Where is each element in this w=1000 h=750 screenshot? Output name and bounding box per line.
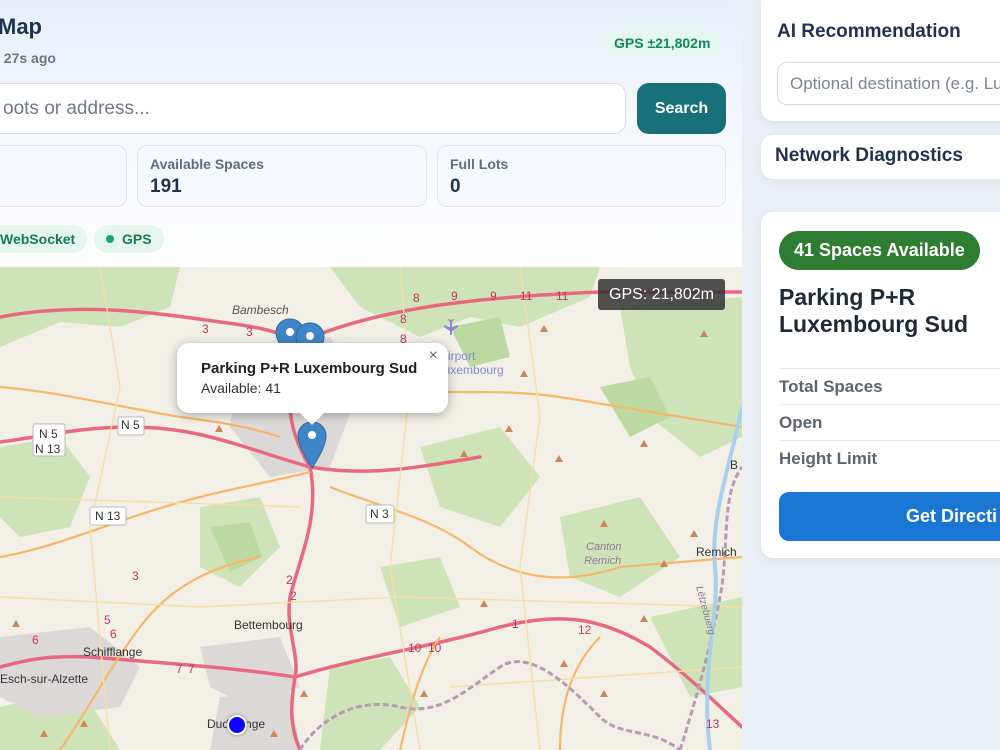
availability-badge: 41 Spaces Available bbox=[779, 231, 980, 270]
stat-value: 0 bbox=[450, 176, 461, 197]
map-canvas[interactable]: Bambesch Airport Luxembourg N 5 N 13 N 5… bbox=[0, 267, 742, 750]
lot-name: Parking P+R Luxembourg Sud bbox=[779, 284, 969, 337]
destination-input[interactable]: Optional destination (e.g. Lux bbox=[777, 62, 1000, 105]
road-number: 2 bbox=[286, 573, 293, 587]
websocket-status-chip: WebSocket bbox=[0, 225, 88, 253]
gps-status-label: GPS bbox=[122, 231, 152, 247]
road-number: 11 bbox=[520, 289, 533, 303]
road-number: 8 bbox=[400, 312, 407, 326]
place-label-schifflange: Schifflange bbox=[83, 645, 143, 659]
gps-accuracy-overlay: GPS: 21,802m bbox=[598, 279, 725, 310]
parking-marker-selected[interactable] bbox=[297, 420, 327, 470]
road-number: 6 bbox=[110, 627, 117, 641]
road-label-n3: N 3 bbox=[370, 507, 389, 521]
user-location-dot bbox=[227, 715, 247, 735]
search-button[interactable]: Search bbox=[637, 83, 726, 134]
popup-close-icon[interactable]: × bbox=[429, 347, 438, 365]
road-label-n13b: N 13 bbox=[95, 509, 121, 523]
detail-row-height-limit: Height Limit bbox=[779, 440, 1000, 476]
road-number: 2 bbox=[290, 589, 297, 603]
stat-label: Full Lots bbox=[450, 156, 509, 172]
road-number: 10 bbox=[428, 641, 442, 655]
road-number: 11 bbox=[556, 289, 569, 303]
gps-status-chip: GPS bbox=[94, 225, 164, 253]
place-label-remich: Remich bbox=[696, 545, 737, 559]
search-input[interactable]: oots or address... bbox=[0, 83, 626, 134]
road-number: 13 bbox=[706, 717, 720, 731]
map-panel: Map l 27s ago GPS ±21,802m oots or addre… bbox=[0, 0, 742, 750]
road-number: 12 bbox=[578, 623, 592, 637]
road-number: 10 bbox=[408, 641, 422, 655]
place-label-bambesch: Bambesch bbox=[232, 303, 289, 317]
status-dot-icon bbox=[106, 235, 114, 244]
websocket-status-label: WebSocket bbox=[0, 231, 76, 247]
stat-card-total bbox=[0, 145, 127, 207]
road-number: 8 bbox=[413, 291, 420, 305]
road-number: 9 bbox=[451, 289, 458, 303]
place-label-canton-remich: Remich bbox=[584, 555, 622, 567]
road-label-n5: N 5 bbox=[39, 427, 58, 441]
detail-label: Height Limit bbox=[779, 449, 878, 468]
road-number: 9 bbox=[490, 289, 497, 303]
place-label-esch: Esch-sur-Alzette bbox=[0, 672, 89, 686]
road-number: 5 bbox=[104, 613, 111, 627]
ai-recommendation-title: AI Recommendation bbox=[777, 21, 961, 42]
road-number: 6 bbox=[32, 633, 39, 647]
page-title: Map bbox=[0, 14, 42, 39]
road-number: 7 bbox=[188, 662, 195, 676]
lot-details-card: 41 Spaces Available Parking P+R Luxembou… bbox=[761, 212, 1000, 558]
road-number: 3 bbox=[132, 569, 139, 583]
get-directions-button[interactable]: Get Directi bbox=[779, 492, 1000, 541]
place-label-canton: Canton bbox=[586, 541, 622, 553]
stat-card-full-lots: Full Lots 0 bbox=[437, 145, 726, 207]
last-updated-text: l 27s ago bbox=[0, 50, 56, 66]
road-label-n13: N 13 bbox=[35, 442, 61, 456]
map-header: Map l 27s ago GPS ±21,802m oots or addre… bbox=[0, 0, 742, 267]
network-diagnostics-title: Network Diagnostics bbox=[775, 145, 963, 166]
map-popup: Parking P+R Luxembourg Sud Available: 41… bbox=[177, 343, 448, 425]
road-number: 3 bbox=[246, 325, 253, 339]
network-diagnostics-card[interactable]: Network Diagnostics bbox=[761, 135, 1000, 179]
detail-label: Total Spaces bbox=[779, 377, 883, 396]
gps-accuracy-badge: GPS ±21,802m bbox=[604, 30, 721, 56]
stat-label: Available Spaces bbox=[150, 156, 264, 172]
popup-title: Parking P+R Luxembourg Sud bbox=[201, 360, 418, 377]
stat-value: 191 bbox=[150, 176, 182, 197]
place-label-bettembourg: Bettembourg bbox=[234, 618, 303, 632]
road-number: 7 bbox=[176, 662, 183, 676]
road-label-b: B bbox=[730, 458, 739, 472]
road-number: 3 bbox=[202, 322, 209, 336]
ai-recommendation-card: AI Recommendation Optional destination (… bbox=[761, 0, 1000, 121]
road-number: 1 bbox=[512, 617, 519, 631]
detail-row-open: Open bbox=[779, 404, 1000, 440]
road-label-n5b: N 5 bbox=[121, 418, 140, 432]
detail-label: Open bbox=[779, 413, 823, 432]
detail-row-total-spaces: Total Spaces bbox=[779, 368, 1000, 404]
stat-card-available: Available Spaces 191 bbox=[137, 145, 427, 207]
popup-availability: Available: 41 bbox=[201, 380, 281, 396]
